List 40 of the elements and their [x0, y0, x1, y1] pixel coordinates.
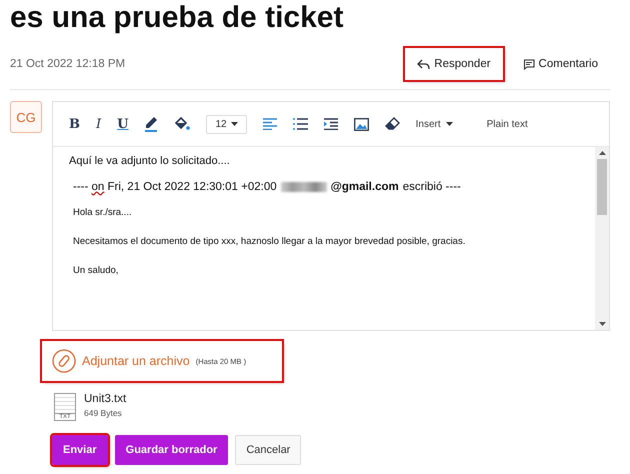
body-text: Hola sr./sra....	[72, 207, 133, 218]
redacted-mark	[280, 182, 327, 192]
bold-button[interactable]: B	[69, 116, 80, 132]
body-text: Un saludo,	[72, 265, 120, 276]
caret-icon	[446, 122, 453, 126]
insert-dropdown[interactable]: Insert	[416, 118, 453, 130]
bullet-list-icon[interactable]	[292, 118, 308, 130]
avatar: CG	[10, 101, 42, 133]
font-size-dropdown[interactable]: 12	[206, 114, 247, 134]
primary-button[interactable]: Enviar	[52, 435, 108, 465]
reply-icon	[417, 58, 430, 70]
italic-button[interactable]: I	[96, 116, 102, 132]
action-button[interactable]: Responder	[405, 48, 503, 80]
email-text: @gmail.com	[330, 181, 399, 193]
ticket-title: es una prueba de ticket	[10, 0, 344, 36]
comment-icon	[522, 58, 535, 70]
body-text: Necesitamos el documento de tipo xxx, haznoslo llegar a la mayor brevedad posible, gracias.	[72, 236, 466, 247]
scroll-up-icon[interactable]	[598, 151, 606, 155]
cancel-button[interactable]: Cancelar	[235, 435, 302, 465]
quote-header: escribió ----	[402, 181, 461, 193]
file-size: 649 Bytes	[84, 408, 123, 418]
eraser-icon[interactable]	[384, 117, 400, 131]
quote-header: ---- on Fri, 21 Oct 2022 12:30:01 +02:00	[73, 181, 277, 193]
ticket-date: 21 Oct 2022 12:18 PM	[10, 58, 126, 70]
underline-button[interactable]: U	[117, 116, 128, 132]
align-left-icon[interactable]	[262, 118, 277, 130]
action-button[interactable]: Comentario	[510, 48, 610, 80]
pen-icon[interactable]	[144, 116, 158, 132]
scroll-thumb[interactable]	[597, 159, 607, 215]
scroll-down-icon[interactable]	[598, 322, 606, 326]
image-icon[interactable]	[354, 118, 369, 130]
scrollbar[interactable]	[595, 147, 609, 330]
file-name: Unit3.txt	[84, 393, 126, 405]
caret-icon	[230, 122, 238, 126]
primary-button[interactable]: Guardar borrador	[114, 435, 228, 465]
paint-bucket-icon[interactable]	[174, 116, 190, 132]
plain-text-button[interactable]: Plain text	[486, 118, 528, 130]
paperclip-icon	[52, 349, 76, 373]
indent-icon[interactable]	[324, 118, 338, 130]
body-text: Aquí le va adjunto lo solicitado....	[69, 155, 231, 167]
